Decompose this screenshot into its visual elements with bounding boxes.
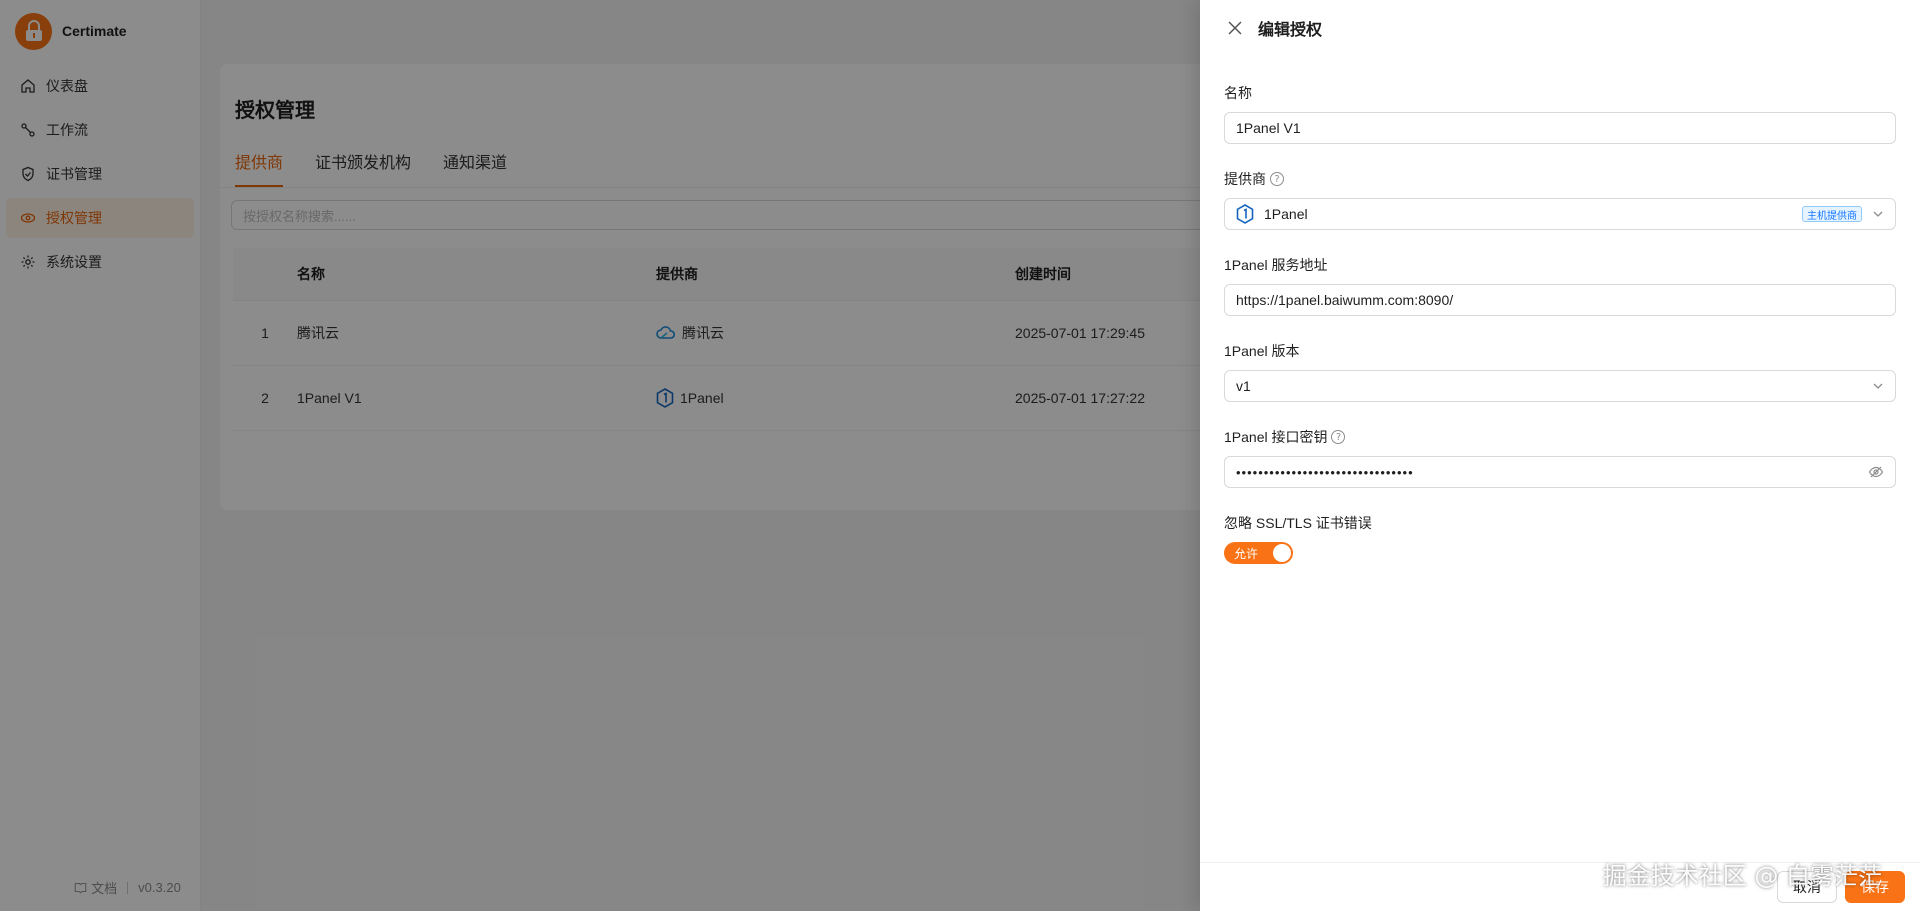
- drawer-title: 编辑授权: [1258, 22, 1323, 39]
- close-icon: [1228, 21, 1242, 35]
- name-value: 1Panel V1: [1236, 120, 1301, 136]
- eye-invisible-icon[interactable]: [1868, 464, 1884, 480]
- field-label: 1Panel 接口密钥 ?: [1224, 426, 1896, 448]
- api-key-value: ••••••••••••••••••••••••••••••••: [1236, 464, 1414, 480]
- url-value: https://1panel.baiwumm.com:8090/: [1236, 292, 1454, 308]
- field-provider: 提供商 ? 1Panel 主机提供商: [1224, 168, 1896, 230]
- field-label: 1Panel 服务地址: [1224, 257, 1328, 273]
- switch-knob: [1273, 544, 1291, 562]
- version-select[interactable]: v1: [1224, 370, 1896, 402]
- field-version: 1Panel 版本 v1: [1224, 340, 1896, 402]
- provider-category-badge: 主机提供商: [1802, 206, 1862, 222]
- drawer-header: 编辑授权: [1200, 0, 1920, 56]
- field-api-key: 1Panel 接口密钥 ? ••••••••••••••••••••••••••…: [1224, 426, 1896, 488]
- access-form: 名称 1Panel V1 提供商 ? 1Panel 主机提供商 1Panel 服…: [1200, 56, 1920, 564]
- name-input[interactable]: 1Panel V1: [1224, 112, 1896, 144]
- watermark: 掘金技术社区 @ 白雾茫茫: [1602, 862, 1882, 890]
- field-label: 忽略 SSL/TLS 证书错误: [1224, 515, 1372, 531]
- chevron-down-icon: [1873, 211, 1883, 217]
- question-icon[interactable]: ?: [1270, 172, 1284, 186]
- field-label: 提供商 ?: [1224, 168, 1896, 190]
- edit-access-drawer: 编辑授权 名称 1Panel V1 提供商 ? 1Panel 主机提供商 1Pa…: [1200, 0, 1920, 911]
- field-label: 名称: [1224, 85, 1252, 101]
- ignore-ssl-switch[interactable]: 允许: [1224, 542, 1293, 564]
- chevron-down-icon: [1873, 383, 1883, 389]
- field-name: 名称 1Panel V1: [1224, 82, 1896, 144]
- api-key-input[interactable]: ••••••••••••••••••••••••••••••••: [1224, 456, 1896, 488]
- 1panel-icon: [1236, 204, 1254, 224]
- switch-text: 允许: [1234, 546, 1259, 561]
- version-value: v1: [1236, 378, 1251, 394]
- question-icon[interactable]: ?: [1331, 430, 1346, 444]
- field-url: 1Panel 服务地址 https://1panel.baiwumm.com:8…: [1224, 254, 1896, 316]
- field-label: 1Panel 版本: [1224, 343, 1300, 359]
- field-ignore-ssl: 忽略 SSL/TLS 证书错误 允许: [1224, 512, 1896, 564]
- provider-select[interactable]: 1Panel 主机提供商: [1224, 198, 1896, 230]
- url-input[interactable]: https://1panel.baiwumm.com:8090/: [1224, 284, 1896, 316]
- provider-value: 1Panel: [1264, 206, 1308, 222]
- close-button[interactable]: [1224, 17, 1246, 39]
